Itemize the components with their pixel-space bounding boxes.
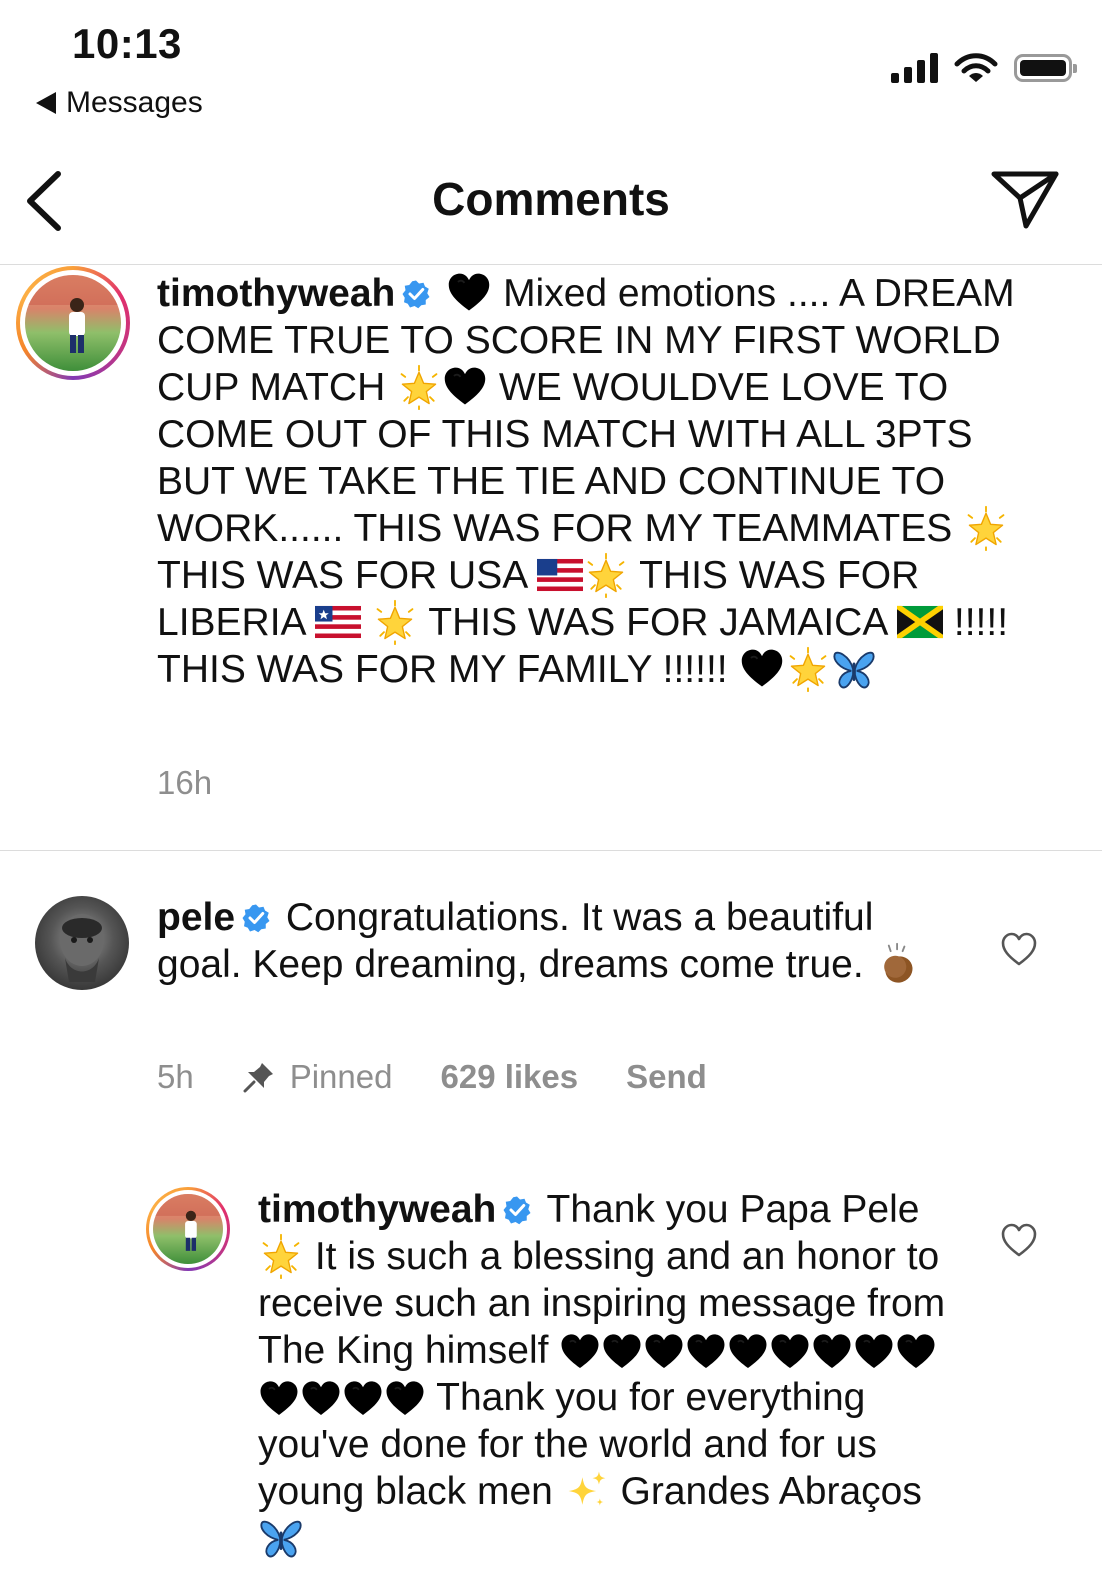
flag-jamaica-icon — [897, 599, 943, 645]
reply-text: timothyweah Thank you Papa Pele It is su… — [258, 1186, 948, 1562]
blue-butterfly-icon — [831, 646, 877, 692]
pinned-label: Pinned — [289, 1058, 393, 1095]
player-photo-icon — [25, 275, 121, 353]
cellular-signal-icon — [891, 53, 938, 83]
black-heart-icon — [446, 270, 492, 316]
black-heart-icon — [769, 1331, 811, 1373]
black-heart-icon — [895, 1331, 937, 1373]
black-heart-icon — [811, 1331, 853, 1373]
glowing-star-icon — [396, 364, 442, 410]
black-heart-icon — [442, 364, 488, 410]
verified-badge-icon — [502, 1195, 532, 1225]
black-heart-icon — [853, 1331, 895, 1373]
flag-usa-icon — [537, 552, 583, 598]
battery-icon — [1014, 54, 1077, 82]
clapping-hands-icon — [875, 941, 921, 987]
black-heart-icon — [727, 1331, 769, 1373]
reply-segment: Thank you Papa Pele — [546, 1188, 920, 1231]
caption-time: 16h — [157, 764, 213, 801]
black-heart-icon — [258, 1378, 300, 1420]
glowing-star-icon — [785, 646, 831, 692]
back-app-label: Messages — [66, 86, 203, 119]
comment-username[interactable]: pele — [157, 896, 235, 939]
glowing-star-icon — [963, 505, 1009, 551]
divider — [0, 850, 1102, 851]
paper-plane-icon[interactable] — [990, 168, 1060, 230]
nav-bar: Comments — [0, 150, 1102, 265]
back-triangle-icon — [36, 92, 56, 114]
black-heart-icon — [601, 1331, 643, 1373]
sparkles-icon — [564, 1468, 610, 1514]
status-icons — [891, 52, 1077, 84]
flag-liberia-icon — [315, 599, 361, 645]
comment-item: pele Congratulations. It was a beautiful… — [0, 852, 1102, 1112]
page-title: Comments — [432, 173, 670, 225]
comment-text: pele Congratulations. It was a beautiful… — [157, 894, 947, 988]
likes-count[interactable]: 629 likes — [440, 1058, 578, 1096]
avatar[interactable] — [35, 896, 129, 990]
caption-segment: THIS WAS FOR USA — [157, 554, 527, 597]
status-time: 10:13 — [72, 20, 182, 67]
black-heart-icon — [739, 646, 785, 692]
back-to-messages[interactable]: Messages — [36, 86, 203, 120]
black-heart-icon — [384, 1378, 426, 1420]
reply-item: timothyweah Thank you Papa Pele It is su… — [0, 1180, 1102, 1596]
glowing-star-icon — [372, 599, 418, 645]
heart-outline-icon[interactable] — [1000, 1222, 1038, 1258]
player-photo-icon — [153, 1194, 223, 1251]
comment-time: 5h — [157, 1058, 194, 1095]
glowing-star-icon — [258, 1233, 304, 1279]
reply-segment: Grandes Abraços — [620, 1470, 922, 1513]
avatar[interactable] — [146, 1187, 230, 1271]
heart-outline-icon[interactable] — [1000, 931, 1038, 967]
pin-icon — [243, 1063, 273, 1093]
avatar[interactable] — [16, 266, 130, 380]
verified-badge-icon — [401, 279, 431, 309]
caption: timothyweah Mixed emotions .... A DREAM … — [0, 264, 1102, 850]
black-heart-icon — [685, 1331, 727, 1373]
caption-username[interactable]: timothyweah — [157, 272, 395, 315]
caption-meta: 16h — [157, 764, 260, 802]
blue-butterfly-icon — [258, 1515, 304, 1561]
reply-username[interactable]: timothyweah — [258, 1188, 496, 1231]
caption-segment: THIS WAS FOR JAMAICA — [428, 601, 887, 644]
verified-badge-icon — [241, 903, 271, 933]
black-heart-icon — [643, 1331, 685, 1373]
black-heart-icon — [300, 1378, 342, 1420]
profile-photo-icon — [60, 914, 104, 982]
black-heart-icon — [559, 1331, 601, 1373]
black-heart-icon — [342, 1378, 384, 1420]
glowing-star-icon — [583, 552, 629, 598]
caption-text: timothyweah Mixed emotions .... A DREAM … — [157, 270, 1057, 693]
send-button[interactable]: Send — [626, 1058, 707, 1096]
comment-meta: 5h Pinned 629 likes Send — [157, 1058, 755, 1096]
wifi-icon — [954, 53, 998, 82]
